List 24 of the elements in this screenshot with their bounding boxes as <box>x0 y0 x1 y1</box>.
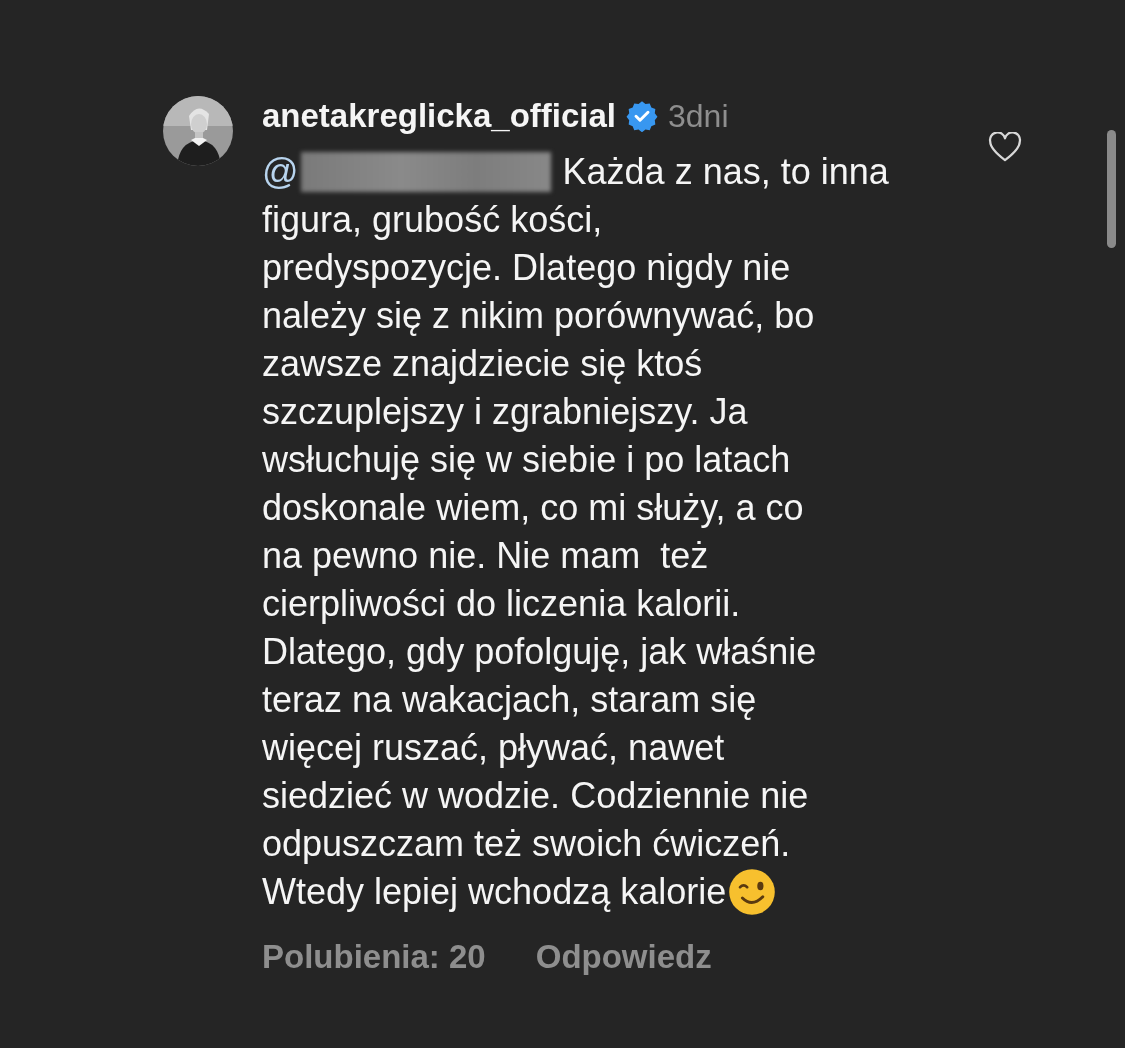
mention-link[interactable]: @ <box>262 148 299 196</box>
comment-text: zawsze znajdziecie się ktoś <box>262 342 703 386</box>
comment-text: Dlatego, gdy pofolguję, jak właśnie <box>262 630 817 674</box>
comment-text: należy się z nikim porównywać, bo <box>262 294 815 338</box>
comment-text: szczuplejszy i zgrabniejszy. Ja <box>262 390 748 434</box>
reply-button[interactable]: Odpowiedz <box>535 938 712 976</box>
comment-text: Każda z nas, to inna <box>562 150 889 194</box>
comment-text: więcej ruszać, pływać, nawet <box>262 726 725 770</box>
comment-text: doskonale wiem, co mi służy, a co <box>262 486 804 530</box>
comment-text: na pewno nie. Nie mam też <box>262 534 709 578</box>
winking-face-icon <box>728 868 777 916</box>
comment-text: wsłuchuję się w siebie i po latach <box>262 438 791 482</box>
comment-text: predyspozycje. Dlatego nigdy nie <box>262 246 791 290</box>
likes-count[interactable]: Polubienia: 20 <box>262 938 486 976</box>
comment-text: Wtedy lepiej wchodzą kalorie <box>262 870 727 914</box>
scrollbar[interactable] <box>1107 130 1116 248</box>
username[interactable]: anetakreglicka_official <box>262 97 616 135</box>
comment-text: odpuszczam też swoich ćwiczeń. <box>262 822 791 866</box>
comment-time: 3dni <box>668 97 729 135</box>
comment-text: siedzieć w wodzie. Codziennie nie <box>262 774 809 818</box>
comment-text: teraz na wakacjach, staram się <box>262 678 757 722</box>
comment-text: figura, grubość kości, <box>262 198 603 242</box>
like-icon[interactable] <box>988 132 1022 163</box>
comment-text: cierpliwości do liczenia kalorii. <box>262 582 741 626</box>
